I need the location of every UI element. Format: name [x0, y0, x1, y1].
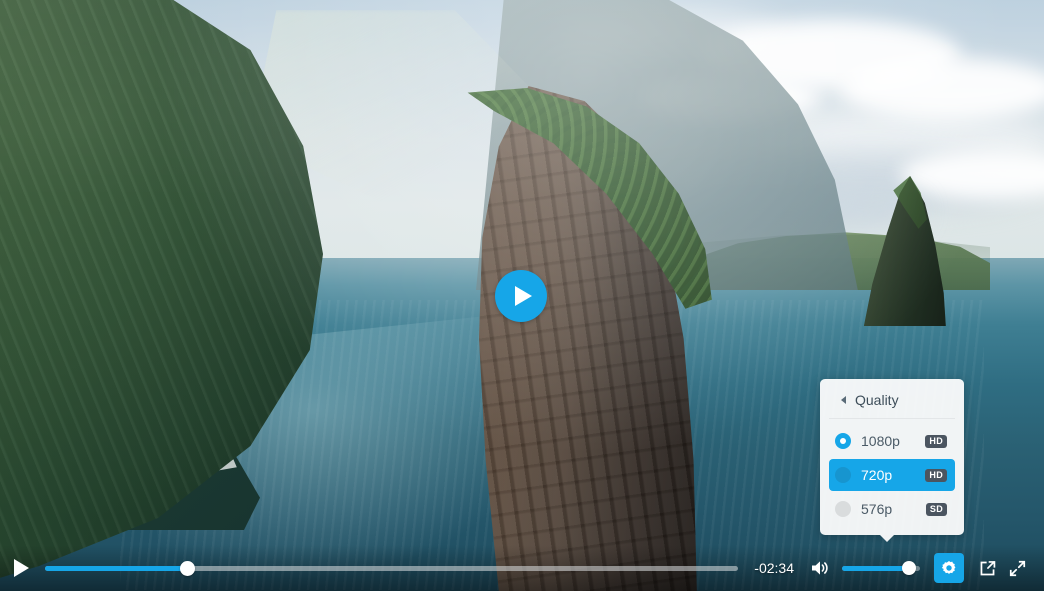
quality-option-label: 720p: [861, 467, 893, 483]
quality-menu-title: Quality: [855, 392, 899, 408]
fullscreen-button[interactable]: [1004, 555, 1030, 581]
progress-handle[interactable]: [180, 560, 196, 576]
radio-icon: [835, 433, 851, 449]
radio-icon: [835, 501, 851, 517]
quality-badge: SD: [925, 502, 947, 516]
open-external-icon: [980, 560, 995, 575]
radio-icon: [835, 467, 851, 483]
chevron-left-icon: [841, 396, 846, 404]
quality-option-720p[interactable]: 720p HD: [829, 459, 955, 491]
fullscreen-expand-icon: [1009, 560, 1025, 576]
gear-icon: [941, 560, 956, 574]
progress-bar[interactable]: [45, 560, 739, 576]
quality-option-label: 576p: [861, 501, 893, 517]
share-button[interactable]: [974, 555, 1000, 581]
quality-menu-back[interactable]: Quality: [829, 386, 955, 419]
quality-badge: HD: [925, 468, 947, 482]
progress-fill: [45, 565, 188, 571]
quality-menu[interactable]: Quality 1080p HD 720p HD 576p SD: [820, 379, 964, 542]
menu-pointer-arrow: [880, 535, 894, 542]
quality-option-label: 1080p: [861, 433, 900, 449]
quality-badge: HD: [925, 434, 947, 448]
volume-fill: [842, 565, 910, 571]
center-play-button[interactable]: [495, 270, 547, 322]
play-button[interactable]: [14, 559, 29, 577]
volume-handle[interactable]: [902, 561, 917, 575]
volume-slider[interactable]: [842, 561, 920, 575]
volume-high-icon: [812, 561, 828, 575]
time-remaining: -02:34: [754, 560, 794, 576]
settings-button[interactable]: [934, 553, 964, 583]
control-bar[interactable]: -02:34: [0, 545, 1044, 591]
volume-button[interactable]: [810, 559, 830, 577]
quality-option-576p[interactable]: 576p SD: [829, 493, 955, 525]
play-triangle-icon: [515, 286, 532, 306]
quality-option-1080p[interactable]: 1080p HD: [829, 425, 955, 457]
video-player[interactable]: Quality 1080p HD 720p HD 576p SD -02:34: [0, 0, 1044, 591]
